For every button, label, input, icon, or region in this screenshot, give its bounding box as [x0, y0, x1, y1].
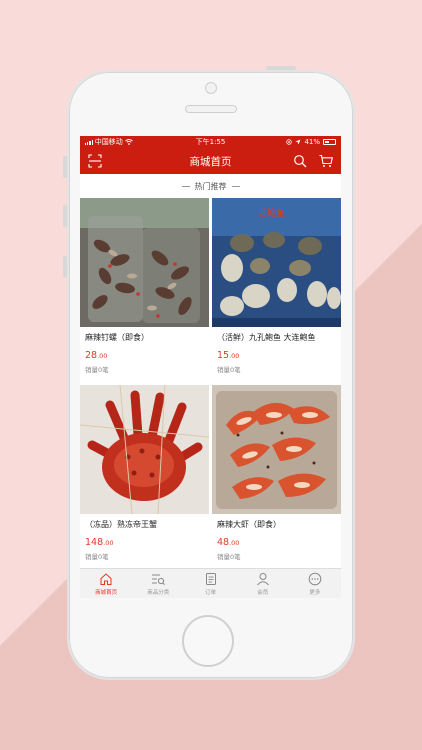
price-decimal: .00	[229, 539, 240, 547]
section-header: 热门推荐	[80, 174, 341, 198]
tab-category[interactable]: 商品分类	[132, 569, 184, 598]
volume-up-button	[63, 205, 67, 227]
price-decimal: .00	[97, 352, 108, 360]
scan-icon[interactable]	[88, 154, 102, 168]
price-integer: 148	[85, 536, 104, 548]
silent-switch	[63, 156, 67, 178]
product-name[interactable]: 麻辣钉螺（即食）	[80, 327, 209, 346]
tab-more[interactable]: 更多	[289, 569, 341, 598]
product-sales: 销量0笔	[85, 366, 109, 374]
home-icon	[100, 572, 112, 585]
product-name[interactable]: （活鲜）九孔鲍鱼 大连鲍鱼	[212, 327, 341, 346]
product-card[interactable]: 活鲍鱼 （活鲜）九孔鲍鱼 大连鲍鱼 15 .00 销量0笔	[212, 198, 341, 383]
member-icon	[256, 572, 269, 585]
price-decimal: .00	[103, 539, 114, 547]
section-divider-right	[231, 185, 240, 187]
search-icon[interactable]	[293, 154, 307, 168]
section-title: 热门推荐	[194, 181, 227, 191]
tab-label: 更多	[309, 589, 321, 596]
tab-label: 商城首页	[95, 589, 118, 596]
product-grid: 麻辣钉螺（即食） 28.00 销量0笔 活鲍鱼 （活鲜）九孔鲍鱼 大连鲍鱼 15…	[80, 198, 341, 570]
power-button	[266, 66, 296, 70]
price-decimal: .00	[229, 352, 240, 360]
clock: 下午1:55	[195, 138, 226, 146]
svg-text:活鲍鱼: 活鲍鱼	[258, 207, 285, 219]
category-search-icon	[152, 574, 166, 585]
order-icon	[205, 572, 216, 585]
product-price: 15.00	[212, 346, 341, 364]
tab-label: 会员	[257, 589, 269, 596]
front-camera	[205, 82, 217, 94]
product-image-spicy-snails[interactable]	[80, 198, 209, 327]
product-sales: 销量0笔	[217, 366, 241, 374]
product-card[interactable]: 麻辣大虾（即食） 48.00 销量0笔	[212, 385, 341, 570]
product-image-abalone[interactable]: 活鲍鱼	[212, 198, 341, 327]
price-integer: 28	[85, 349, 98, 361]
home-button[interactable]	[182, 615, 234, 667]
product-sales: 销量0笔	[217, 553, 241, 561]
status-bar: 中国移动 下午1:55 41%	[80, 136, 341, 148]
product-price: 148.00	[80, 533, 209, 551]
price-integer: 48	[217, 536, 230, 548]
product-price: 48.00	[212, 533, 341, 551]
cart-icon[interactable]	[319, 154, 333, 168]
price-integer: 15	[217, 349, 230, 361]
product-image-spicy-shrimp[interactable]	[212, 385, 341, 514]
earpiece-speaker	[185, 105, 237, 113]
product-sales: 销量0笔	[85, 553, 109, 561]
tab-home[interactable]: 商城首页	[80, 569, 132, 598]
product-price: 28.00	[80, 346, 209, 364]
section-divider-left	[181, 185, 190, 187]
product-card[interactable]: 麻辣钉螺（即食） 28.00 销量0笔	[80, 198, 209, 383]
tab-member[interactable]: 会员	[237, 569, 289, 598]
tab-orders[interactable]: 订单	[184, 569, 236, 598]
tab-label: 订单	[205, 589, 217, 596]
nav-bar: 商城首页	[80, 148, 341, 174]
more-icon	[308, 572, 322, 585]
product-image-king-crab[interactable]	[80, 385, 209, 514]
product-name[interactable]: （冻品）熟冻帝王蟹	[80, 514, 209, 533]
product-card[interactable]: （冻品）熟冻帝王蟹 148.00 销量0笔	[80, 385, 209, 570]
app-screen: 中国移动 下午1:55 41% 商城首页 热门推荐 麻辣钉螺（即食） 28 .0…	[80, 136, 341, 598]
battery-icon	[323, 139, 336, 145]
product-name[interactable]: 麻辣大虾（即食）	[212, 514, 341, 533]
tab-bar: 商城首页 商品分类 订单 会员 更多	[80, 568, 341, 598]
volume-down-button	[63, 256, 67, 278]
tab-label: 商品分类	[147, 589, 170, 596]
